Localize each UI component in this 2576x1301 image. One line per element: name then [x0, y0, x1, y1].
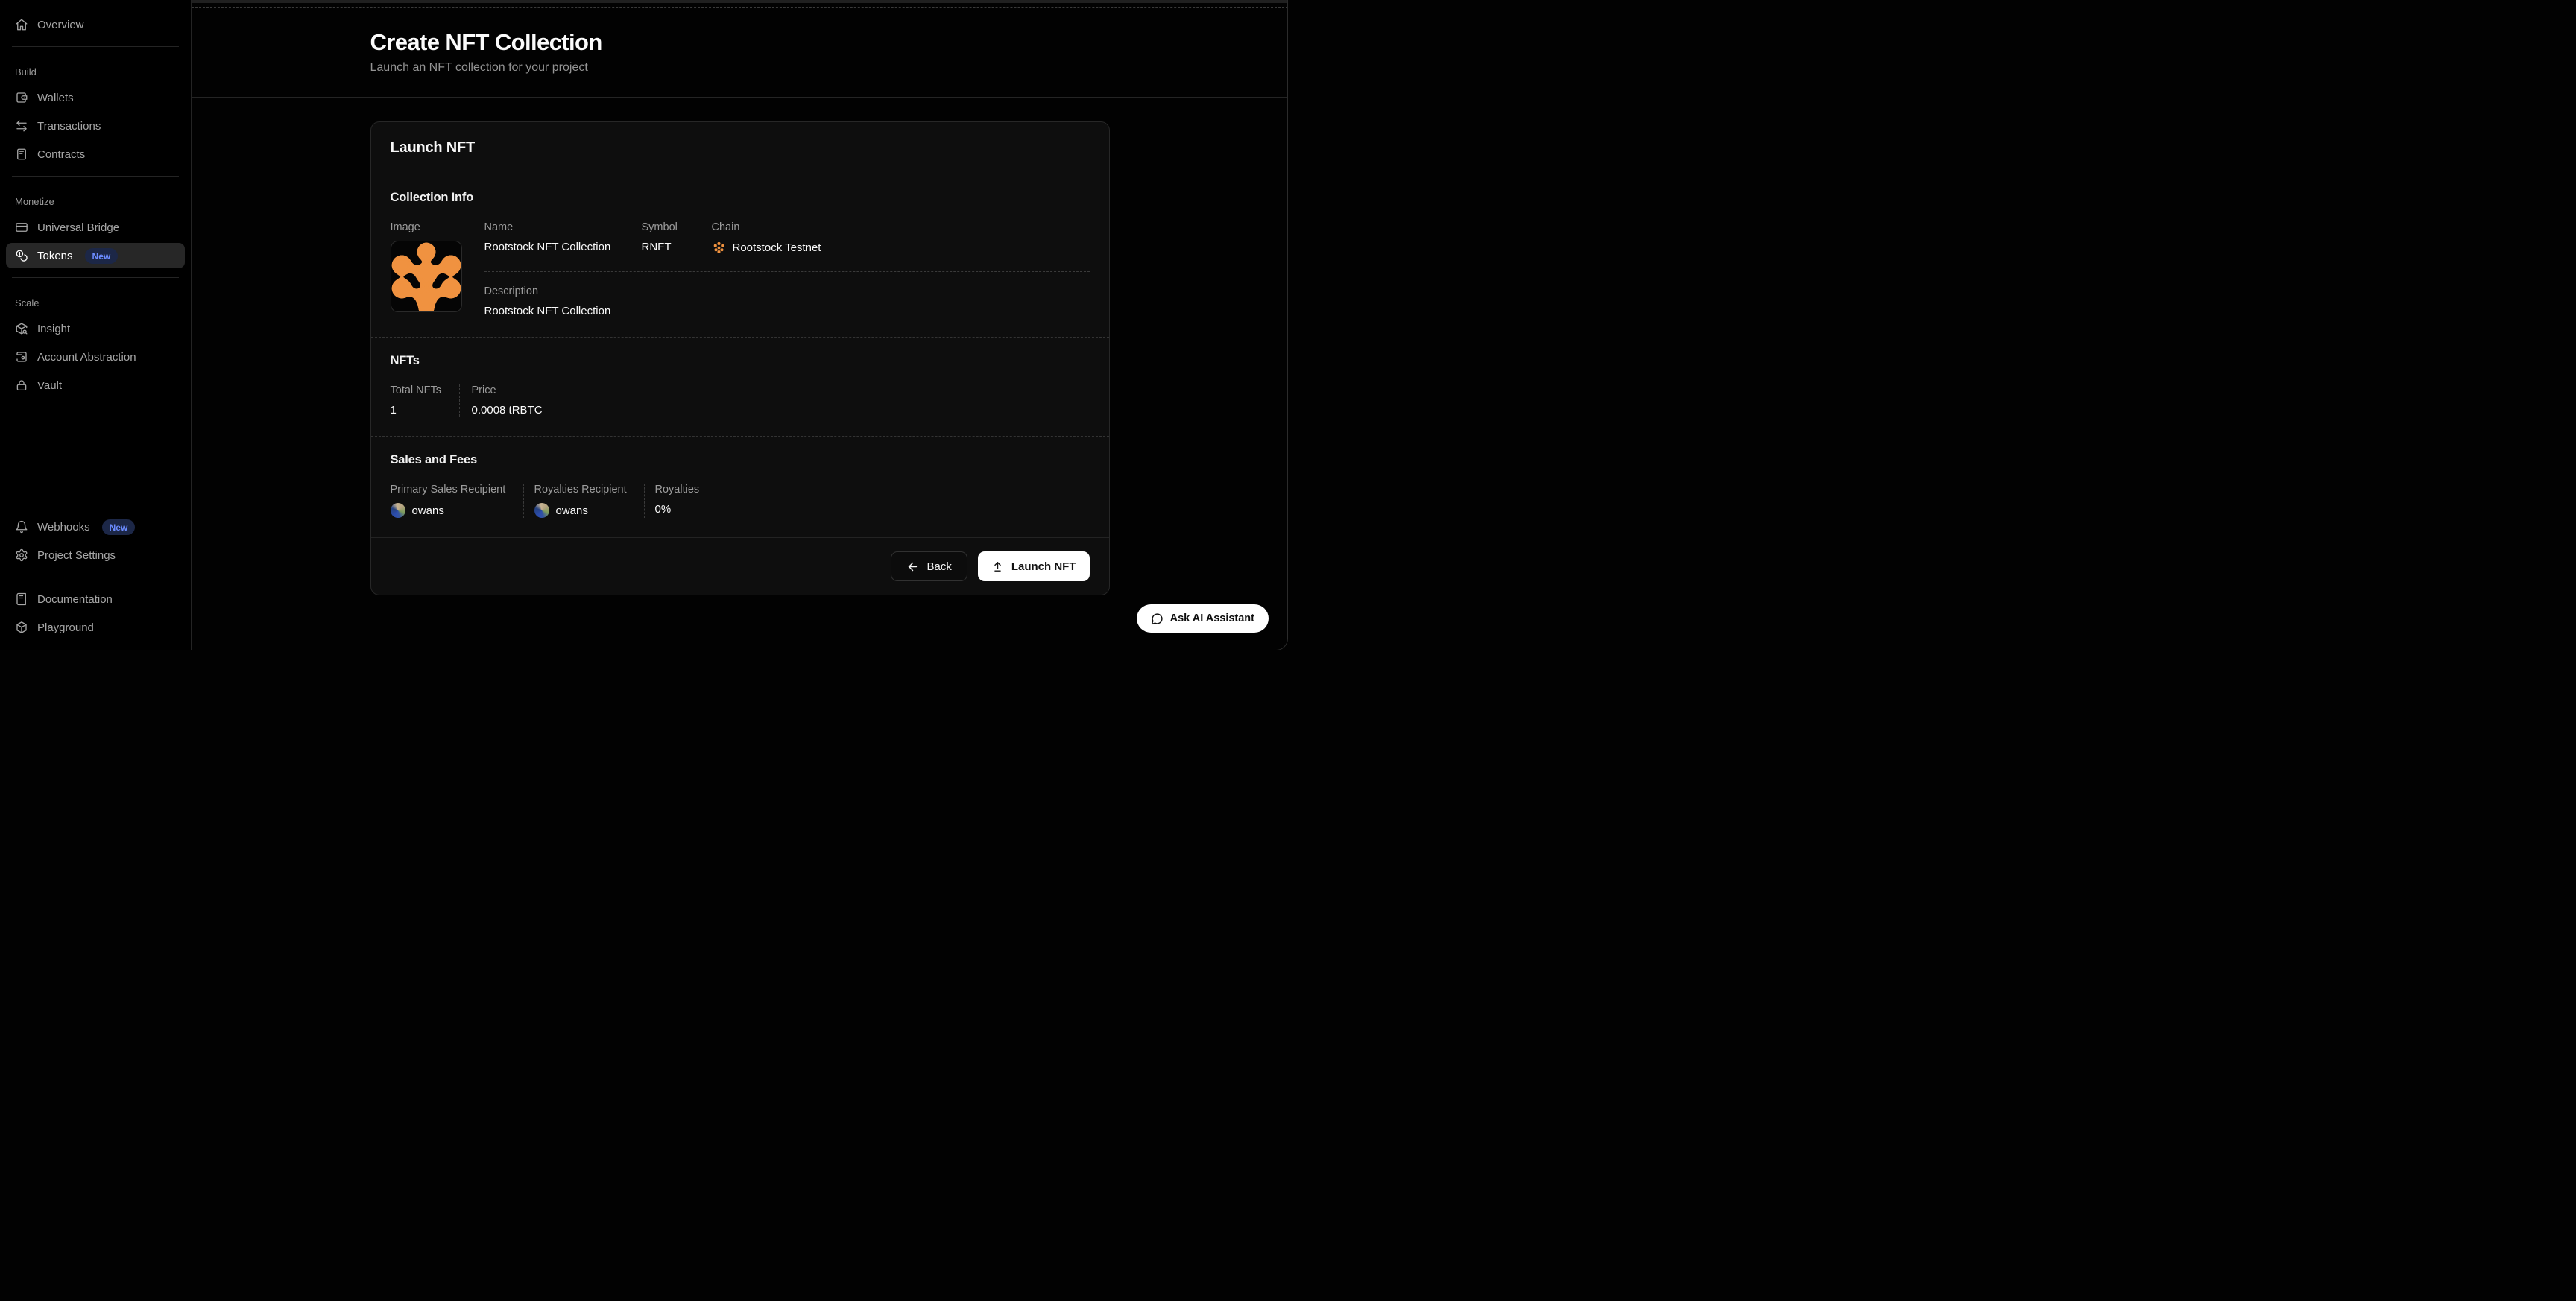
total-nfts-value: 1 [391, 404, 459, 417]
collection-name-value: Rootstock NFT Collection [484, 241, 625, 253]
royalties-recipient-label: Royalties Recipient [534, 484, 644, 496]
coins-icon [15, 249, 28, 262]
package-search-icon [15, 322, 28, 335]
sidebar-item-label: Universal Bridge [37, 221, 119, 234]
total-nfts-label: Total NFTs [391, 384, 459, 396]
price-value: 0.0008 tRBTC [472, 404, 543, 417]
page-title: Create NFT Collection [370, 29, 1110, 56]
recipient-avatar [391, 503, 405, 518]
nft-collection-image [391, 241, 462, 312]
sidebar-item-project-settings[interactable]: Project Settings [6, 542, 185, 568]
sidebar-item-label: Account Abstraction [37, 351, 136, 364]
sidebar-item-account-abstraction[interactable]: Account Abstraction [6, 344, 185, 370]
arrow-left-icon [906, 560, 919, 573]
royalties-recipient-value: owans [556, 504, 588, 517]
symbol-value: RNFT [642, 241, 695, 253]
sidebar-item-insight[interactable]: Insight [6, 316, 185, 341]
sidebar: Overview Build Wallets Transactions Cont… [0, 0, 192, 650]
description-value: Rootstock NFT Collection [484, 305, 1090, 317]
launch-nft-button[interactable]: Launch NFT [978, 551, 1090, 581]
primary-sales-recipient-value: owans [412, 504, 444, 517]
section-nfts: NFTs Total NFTs 1 Price 0.0008 tRBTC [371, 337, 1109, 436]
chain-value: Rootstock Testnet [733, 241, 821, 254]
sidebar-item-overview[interactable]: Overview [6, 12, 185, 37]
price-label: Price [472, 384, 543, 396]
sidebar-item-label: Webhooks [37, 521, 90, 534]
content: Launch NFT Collection Info Image [192, 98, 1288, 595]
sidebar-item-tokens[interactable]: Tokens New [6, 243, 185, 268]
book-icon [15, 592, 28, 606]
recipient-avatar [534, 503, 549, 518]
top-strip [0, 0, 1288, 3]
divider [12, 46, 179, 47]
launch-nft-card: Launch NFT Collection Info Image [370, 121, 1110, 595]
symbol-label: Symbol [642, 221, 695, 233]
account-abstraction-icon [15, 350, 28, 364]
divider [12, 176, 179, 177]
sidebar-item-label: Insight [37, 323, 70, 335]
sidebar-item-label: Vault [37, 379, 62, 392]
description-label: Description [484, 285, 1090, 297]
sidebar-item-label: Wallets [37, 92, 74, 104]
back-button[interactable]: Back [891, 551, 967, 581]
sidebar-item-wallets[interactable]: Wallets [6, 85, 185, 110]
royalties-value: 0% [655, 503, 700, 516]
sidebar-item-label: Playground [37, 621, 94, 634]
page-header: Create NFT Collection Launch an NFT coll… [192, 8, 1288, 98]
section-heading: NFTs [391, 354, 1090, 368]
transactions-icon [15, 119, 28, 133]
card-header: Launch NFT [371, 122, 1109, 174]
name-label: Name [484, 221, 625, 233]
divider [12, 277, 179, 278]
chat-bubble-icon [1151, 612, 1164, 625]
page-subtitle: Launch an NFT collection for your projec… [370, 61, 1110, 75]
chain-label: Chain [712, 221, 1090, 233]
upload-icon [991, 560, 1004, 573]
sidebar-item-contracts[interactable]: Contracts [6, 142, 185, 167]
new-badge: New [102, 519, 136, 535]
sidebar-item-label: Overview [37, 19, 84, 31]
ask-ai-assistant-button[interactable]: Ask AI Assistant [1137, 604, 1269, 633]
sidebar-item-label: Tokens [37, 250, 73, 262]
card-footer: Back Launch NFT [371, 537, 1109, 595]
royalties-label: Royalties [655, 484, 700, 496]
section-collection-info: Collection Info Image [371, 174, 1109, 337]
credit-card-icon [15, 221, 28, 234]
contract-icon [15, 148, 28, 161]
sidebar-item-label: Project Settings [37, 549, 116, 562]
new-badge: New [85, 248, 119, 264]
gear-icon [15, 548, 28, 562]
section-heading: Sales and Fees [391, 453, 1090, 467]
sidebar-item-vault[interactable]: Vault [6, 373, 185, 398]
main-area: Create NFT Collection Launch an NFT coll… [192, 0, 1288, 650]
section-heading: Collection Info [391, 191, 1090, 205]
primary-sales-recipient-label: Primary Sales Recipient [391, 484, 523, 496]
nav-group-scale: Scale [0, 285, 191, 314]
section-sales-fees: Sales and Fees Primary Sales Recipient o… [371, 436, 1109, 537]
sidebar-item-webhooks[interactable]: Webhooks New [6, 514, 185, 539]
sidebar-item-label: Transactions [37, 120, 101, 133]
bell-icon [15, 520, 28, 534]
image-label: Image [391, 221, 465, 233]
home-icon [15, 18, 28, 31]
sidebar-item-universal-bridge[interactable]: Universal Bridge [6, 215, 185, 240]
sidebar-item-label: Contracts [37, 148, 85, 161]
lock-icon [15, 379, 28, 392]
cube-icon [15, 621, 28, 634]
nav-group-monetize: Monetize [0, 184, 191, 213]
sidebar-item-documentation[interactable]: Documentation [6, 586, 185, 612]
rootstock-icon [712, 241, 726, 255]
sidebar-item-label: Documentation [37, 593, 113, 606]
card-title: Launch NFT [391, 139, 1090, 156]
wallet-icon [15, 91, 28, 104]
nav-group-build: Build [0, 54, 191, 83]
sidebar-item-transactions[interactable]: Transactions [6, 113, 185, 139]
sidebar-item-playground[interactable]: Playground [6, 615, 185, 640]
